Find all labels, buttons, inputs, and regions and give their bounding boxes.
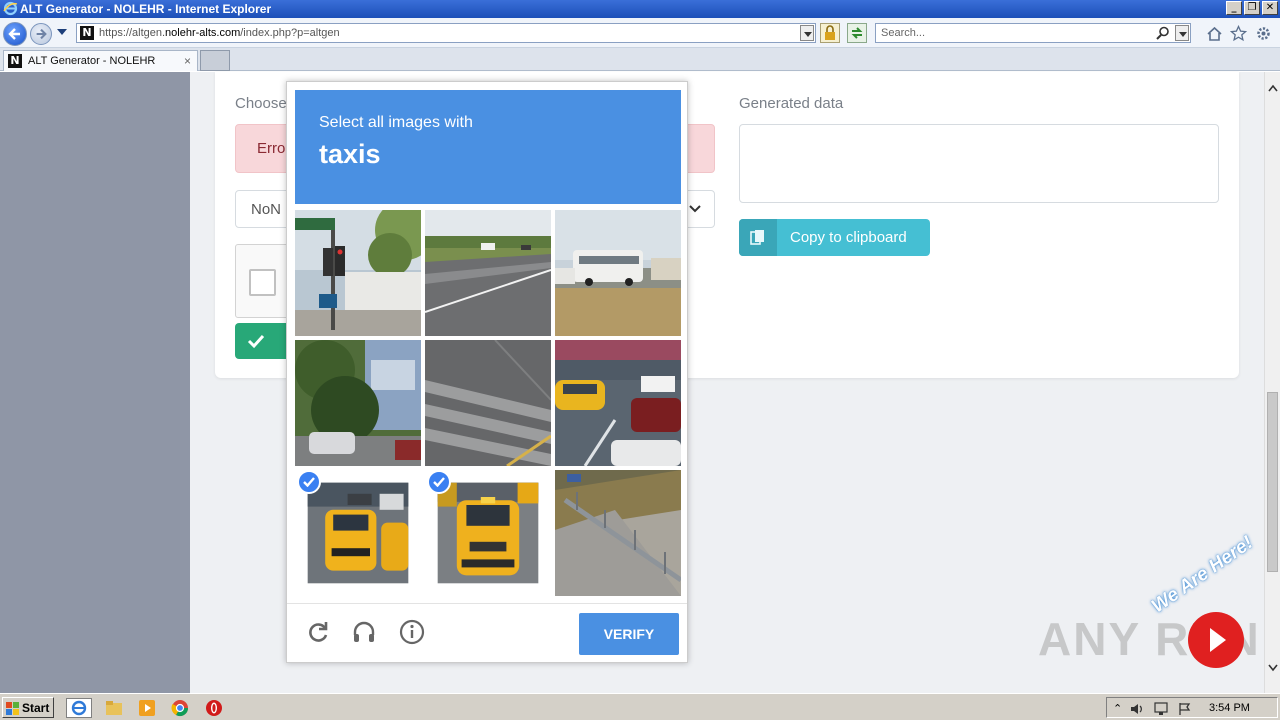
search-input[interactable]: Search... xyxy=(881,27,925,39)
system-tray: ⌃ 3:54 PM xyxy=(1106,697,1278,718)
start-button[interactable]: Start xyxy=(2,697,54,718)
forward-arrow-icon xyxy=(36,28,47,40)
back-arrow-icon xyxy=(8,28,20,40)
opera-icon[interactable] xyxy=(204,698,224,718)
bus-desert-road-image xyxy=(555,210,681,336)
tab-bar: N ALT Generator - NOLEHR × xyxy=(0,48,1280,71)
tray-expand-icon[interactable]: ⌃ xyxy=(1113,702,1122,715)
vertical-scrollbar[interactable] xyxy=(1264,72,1280,693)
challenge-header: Select all images with taxis xyxy=(295,90,681,204)
title-bar: ALT Generator - NOLEHR - Internet Explor… xyxy=(0,0,1280,18)
compatibility-refresh-button[interactable] xyxy=(847,23,867,43)
new-tab-button[interactable] xyxy=(200,50,230,71)
generated-data-textarea[interactable] xyxy=(739,124,1219,203)
challenge-instruction: Select all images with xyxy=(319,114,473,131)
clipboard-icon xyxy=(750,230,764,245)
taxi-rear-image xyxy=(437,482,539,584)
ie-icon xyxy=(71,700,87,716)
image-tile-2[interactable] xyxy=(425,210,551,336)
image-tile-6[interactable] xyxy=(555,340,681,466)
select-value: NoN xyxy=(251,201,282,218)
traffic-light-street-image xyxy=(295,210,421,336)
recaptcha-checkbox[interactable] xyxy=(249,269,276,296)
generated-data-label: Generated data xyxy=(739,95,844,112)
back-button[interactable] xyxy=(3,22,27,46)
copy-button-label: Copy to clipboard xyxy=(790,229,907,246)
info-icon[interactable] xyxy=(399,619,425,645)
file-explorer-icon[interactable] xyxy=(104,698,124,718)
lock-icon xyxy=(825,25,835,40)
clock[interactable]: 3:54 PM xyxy=(1209,702,1250,714)
navigation-bar: N https://altgen.nolehr-alts.com/index.p… xyxy=(0,18,1280,48)
restore-button[interactable]: ❐ xyxy=(1244,1,1260,15)
crosswalk-image xyxy=(425,340,551,466)
image-tile-5[interactable] xyxy=(425,340,551,466)
refresh-icon[interactable] xyxy=(305,619,331,645)
taskbar-ie-button[interactable] xyxy=(66,698,92,718)
refresh-arrows-icon xyxy=(851,27,863,39)
scroll-up-icon[interactable] xyxy=(1268,84,1278,92)
choose-label: Choose xyxy=(235,95,287,112)
image-tile-3[interactable] xyxy=(555,210,681,336)
search-icon[interactable] xyxy=(1156,26,1170,40)
chrome-icon[interactable] xyxy=(170,698,190,718)
start-label: Start xyxy=(22,701,50,715)
challenge-footer: VERIFY xyxy=(287,603,687,663)
scroll-down-icon[interactable] xyxy=(1268,664,1278,672)
image-tile-4[interactable] xyxy=(295,340,421,466)
media-player-icon[interactable] xyxy=(137,698,157,718)
image-tile-9[interactable] xyxy=(555,470,681,596)
challenge-target: taxis xyxy=(319,139,381,169)
city-taxi-traffic-image xyxy=(555,340,681,466)
favorites-star-icon[interactable] xyxy=(1230,25,1247,42)
tab-close-icon[interactable]: × xyxy=(184,54,191,68)
search-dropdown-button[interactable] xyxy=(1175,25,1189,41)
address-bar[interactable]: N https://altgen.nolehr-alts.com/index.p… xyxy=(76,23,816,43)
selected-check-icon xyxy=(297,470,321,494)
chevron-down-icon xyxy=(689,205,701,213)
taxis-street-image xyxy=(307,482,409,584)
forward-button[interactable] xyxy=(30,23,52,45)
close-window-button[interactable]: ✕ xyxy=(1262,1,1278,15)
highway-image xyxy=(425,210,551,336)
minimize-button[interactable]: _ xyxy=(1226,1,1242,15)
image-tile-1[interactable] xyxy=(295,210,421,336)
volume-icon[interactable] xyxy=(1129,702,1145,716)
network-icon[interactable] xyxy=(1153,702,1169,716)
tab-favicon-icon: N xyxy=(8,54,22,68)
audio-challenge-icon[interactable] xyxy=(351,619,377,645)
trees-house-image xyxy=(295,340,421,466)
scrollbar-thumb[interactable] xyxy=(1267,392,1278,572)
ie-logo-icon xyxy=(3,1,18,16)
history-dropdown-icon[interactable] xyxy=(57,29,67,35)
anyrun-play-logo-icon xyxy=(1188,612,1244,668)
site-favicon-icon: N xyxy=(80,26,94,40)
window-title: ALT Generator - NOLEHR - Internet Explor… xyxy=(20,2,272,16)
hcaptcha-challenge: Select all images with taxis VERIFY xyxy=(286,81,688,663)
home-icon[interactable] xyxy=(1206,25,1223,42)
verify-button[interactable]: VERIFY xyxy=(579,613,679,655)
url-text[interactable]: https://altgen.nolehr-alts.com/index.php… xyxy=(99,27,340,39)
check-icon xyxy=(247,334,265,349)
security-lock-button[interactable] xyxy=(820,23,840,43)
error-text: Erro xyxy=(257,140,286,157)
action-center-flag-icon[interactable] xyxy=(1177,702,1193,716)
guardrail-road-image xyxy=(555,470,681,596)
taskbar: Start ⌃ 3:54 PM xyxy=(0,693,1280,720)
selected-check-icon xyxy=(427,470,451,494)
tab-altgen[interactable]: N ALT Generator - NOLEHR × xyxy=(3,50,198,71)
page-left-background xyxy=(0,72,190,693)
windows-flag-icon xyxy=(6,702,19,715)
search-box[interactable]: Search... xyxy=(875,23,1191,43)
settings-gear-icon[interactable] xyxy=(1255,25,1272,42)
tab-label: ALT Generator - NOLEHR xyxy=(28,55,156,67)
copy-to-clipboard-button[interactable]: Copy to clipboard xyxy=(739,219,930,256)
address-dropdown-button[interactable] xyxy=(800,25,814,41)
